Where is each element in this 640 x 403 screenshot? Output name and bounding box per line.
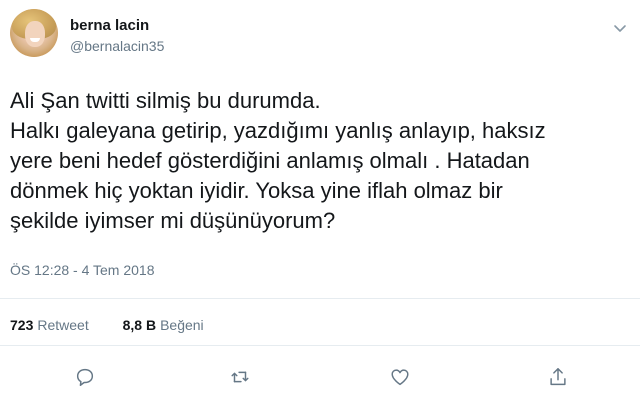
reply-button[interactable] <box>70 362 100 392</box>
divider <box>0 345 640 346</box>
tweet-stats: 723 Retweet 8,8 B Beğeni <box>10 317 204 333</box>
retweet-count: 723 <box>10 317 34 333</box>
tweet-text: Ali Şan twitti silmiş bu durumda. Halkı … <box>10 88 546 233</box>
display-name[interactable]: berna lacin <box>70 17 149 34</box>
like-button[interactable] <box>385 362 415 392</box>
avatar-face <box>25 21 45 47</box>
share-button[interactable] <box>543 362 573 392</box>
avatar[interactable] <box>10 9 58 57</box>
tweet-actions <box>0 362 640 392</box>
share-icon <box>550 368 566 386</box>
like-label: Beğeni <box>160 317 204 333</box>
retweet-stat[interactable]: 723 Retweet <box>10 317 89 333</box>
retweet-label: Retweet <box>37 317 89 333</box>
reply-icon <box>76 368 94 386</box>
chevron-down-icon[interactable] <box>612 20 628 36</box>
like-stat[interactable]: 8,8 B Beğeni <box>123 317 204 333</box>
tweet-card: berna lacin @bernalacin35 Ali Şan twitti… <box>0 0 640 403</box>
like-count: 8,8 B <box>122 317 157 333</box>
tweet-timestamp[interactable]: ÖS 12:28 - 4 Tem 2018 <box>10 262 155 278</box>
divider <box>0 298 640 299</box>
retweet-icon <box>231 371 249 383</box>
retweet-button[interactable] <box>225 362 255 392</box>
user-handle[interactable]: @bernalacin35 <box>70 38 164 54</box>
heart-icon <box>391 369 409 386</box>
